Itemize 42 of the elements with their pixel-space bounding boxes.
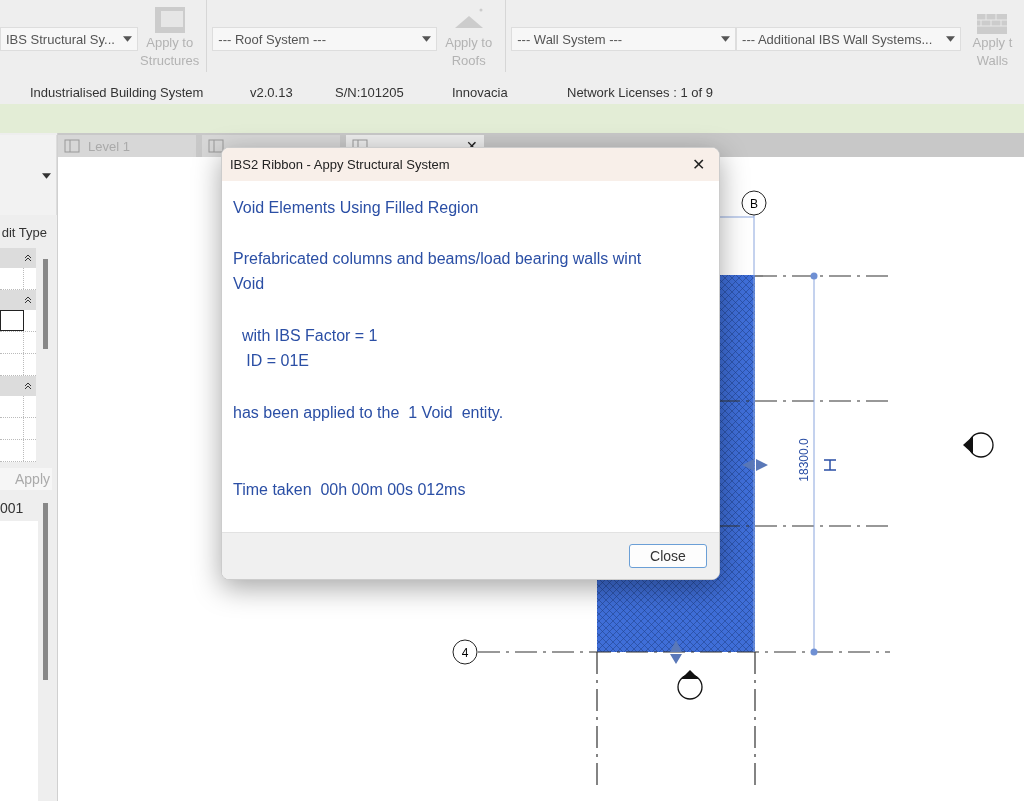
view-icon — [208, 139, 224, 153]
grid-bubble[interactable]: 4 — [452, 639, 478, 665]
caret-icon — [42, 173, 51, 179]
browser-item[interactable]: 001 — [0, 490, 57, 516]
message-text: ID = 01E — [245, 351, 311, 371]
info-label: Innovacia — [452, 84, 509, 100]
info-label: S/N:101205 — [335, 84, 405, 100]
caret-icon — [945, 36, 955, 42]
scrollbar[interactable] — [43, 503, 48, 680]
elevation-marker[interactable] — [677, 670, 703, 700]
message-text: has been applied to the 1 Void entity. — [233, 403, 505, 423]
message-text: Void Elements Using Filled Region — [233, 198, 480, 218]
system-dropdown[interactable]: --- Additional IBS Wall Systems... — [736, 27, 961, 51]
message-text: with IBS Factor = 1 — [240, 326, 379, 346]
view-icon — [64, 139, 80, 153]
collapse-icon[interactable] — [24, 382, 32, 390]
message-text: Time taken 00h 00m 00s 012ms — [233, 480, 467, 500]
grid-bubble[interactable]: B — [741, 190, 767, 216]
info-label: Network Licenses : 1 of 9 — [567, 84, 714, 100]
dimension-label: 18300.0 — [797, 438, 811, 482]
close-button[interactable]: ✕ — [686, 153, 711, 176]
elevation-marker[interactable] — [963, 432, 994, 458]
drag-arrows-icon[interactable] — [742, 459, 768, 471]
dimension-line[interactable] — [810, 272, 818, 656]
system-dropdown[interactable]: --- Roof System --- — [212, 27, 438, 51]
collapse-icon[interactable] — [24, 254, 32, 262]
system-dropdown[interactable]: IBS Structural Sy... — [0, 27, 139, 51]
caret-icon — [721, 36, 731, 42]
info-label: Industrialised Building System — [30, 84, 205, 100]
caret-icon — [123, 36, 133, 42]
panel-icon — [153, 6, 186, 34]
drag-arrows-icon[interactable] — [670, 640, 682, 664]
value-field[interactable] — [0, 310, 24, 331]
close-button[interactable]: Close — [629, 544, 707, 568]
dialog-title: IBS2 Ribbon - Appy Structural System — [230, 157, 450, 172]
scrollbar[interactable] — [43, 259, 48, 349]
system-dropdown[interactable]: --- Wall System --- — [511, 27, 737, 51]
message-text: Prefabricated columns and beams/load bearing walls wint Void — [233, 249, 643, 294]
caret-icon — [422, 36, 432, 42]
info-label: v2.0.13 — [250, 84, 294, 100]
edit-type-link[interactable]: dit Type — [0, 215, 57, 241]
collapse-icon[interactable] — [24, 296, 32, 304]
